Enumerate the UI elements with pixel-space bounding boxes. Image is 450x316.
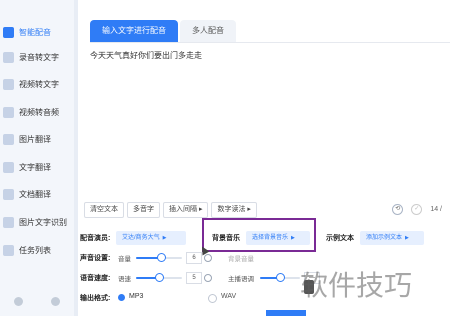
sample-selector[interactable]: 添加示例文本 ▶ [360,231,424,245]
tab-multi-dubbing[interactable]: 多人配音 [180,20,236,42]
wav-label: WAV [221,293,237,300]
speed-slider-handle[interactable] [155,273,164,282]
info-icon [204,254,212,262]
speed-value[interactable]: 5 [186,272,202,284]
triangle-right-icon: ▶ [162,235,167,241]
sidebar-item-smart-dubbing[interactable]: 智能配音 [0,21,74,43]
sample-value: 添加示例文本 [366,235,403,241]
sidebar-item-audio-to-text[interactable]: 录音转文字 [0,46,74,68]
tab-divider [90,42,450,43]
sidebar-item-video-to-text[interactable]: 视频转文字 [0,73,74,95]
video-audio-icon [3,106,14,118]
clear-text-button[interactable]: 清空文本 [84,202,124,218]
tab-bar: 输入文字进行配音 多人配音 [90,20,236,42]
wav-radio[interactable] [208,294,217,303]
voice-label: 配音演员: [80,235,111,242]
host-tone-label: 主播语调 [228,276,254,283]
sidebar-footer [0,297,74,306]
sidebar-item-task-list[interactable]: 任务列表 [0,239,74,261]
sidebar-item-label: 文档翻译 [19,189,51,199]
sidebar-item-label: 图片文字识别 [19,217,67,227]
sidebar-item-doc-translate[interactable]: 文档翻译 [0,183,74,205]
audio-icon [3,51,14,63]
text-editor[interactable]: 今天天气真好你们要出门多走走 [90,50,440,190]
sound-label: 声音设置: [80,255,111,262]
settings-icon[interactable] [14,297,23,306]
volume-slider-handle[interactable] [157,253,167,262]
sidebar-item-label: 图片翻译 [19,134,51,144]
speed-label: 语音速度: [80,275,111,282]
mp3-radio[interactable] [118,294,125,301]
volume-label: 音量 [118,256,131,263]
volume-value[interactable]: 6 [186,252,202,264]
dubbing-icon [3,26,14,38]
undo-icon[interactable]: ⟲ [392,204,404,215]
help-icon[interactable] [51,297,60,306]
tone-slider-handle[interactable] [276,273,285,282]
check-icon[interactable]: ✓ [411,204,423,215]
editor-status: ⟲ ✓ 14 / [392,204,442,215]
sidebar: 智能配音 录音转文字 视频转文字 视频转音频 图片翻译 文字翻译 文档翻译 图片… [0,0,74,316]
sidebar-item-image-translate[interactable]: 图片翻译 [0,128,74,150]
sidebar-item-label: 文字翻译 [19,162,51,172]
sidebar-item-label: 视频转音频 [19,107,59,117]
task-list-icon [3,244,14,256]
bg-volume-label: 背景音量 [228,256,254,263]
sample-label: 示例文本 [326,235,354,242]
video-icon [3,78,14,90]
text-translate-icon [3,161,14,173]
editor-toolbar: 清空文本 多音字 插入间隔 ▸ 数字读法 ▸ [84,202,260,218]
mp3-label: MP3 [129,293,144,300]
document-icon [3,188,14,200]
sidebar-item-label: 智能配音 [19,27,51,37]
generate-button[interactable] [266,310,306,316]
tab-text-dubbing[interactable]: 输入文字进行配音 [90,20,178,42]
sidebar-item-text-translate[interactable]: 文字翻译 [0,156,74,178]
speed-rate-label: 语速 [118,276,131,283]
sound-settings-row: 声音设置: 音量 6 背景音量 [78,251,450,265]
digit-reading-button[interactable]: 数字读法 ▸ [211,202,257,218]
format-label: 输出格式: [80,295,111,302]
watermark-text: 软件技巧 [300,269,413,302]
ocr-icon [3,216,14,228]
sidebar-item-ocr[interactable]: 图片文字识别 [0,211,74,233]
sidebar-item-label: 视频转文字 [19,79,59,89]
highlight-box [202,218,316,252]
image-icon [3,133,14,145]
info-icon [204,274,212,282]
char-count: 14 / [430,206,442,213]
sidebar-item-label: 任务列表 [19,245,51,255]
voice-selector[interactable]: 艾达/商务大气 ▶ [116,231,186,245]
insert-pause-button[interactable]: 插入间隔 ▸ [163,202,209,218]
sidebar-item-label: 录音转文字 [19,52,59,62]
polyphone-button[interactable]: 多音字 [127,202,160,218]
sidebar-item-video-to-audio[interactable]: 视频转音频 [0,101,74,123]
voice-value: 艾达/商务大气 [122,235,160,241]
triangle-right-icon: ▶ [405,235,409,241]
